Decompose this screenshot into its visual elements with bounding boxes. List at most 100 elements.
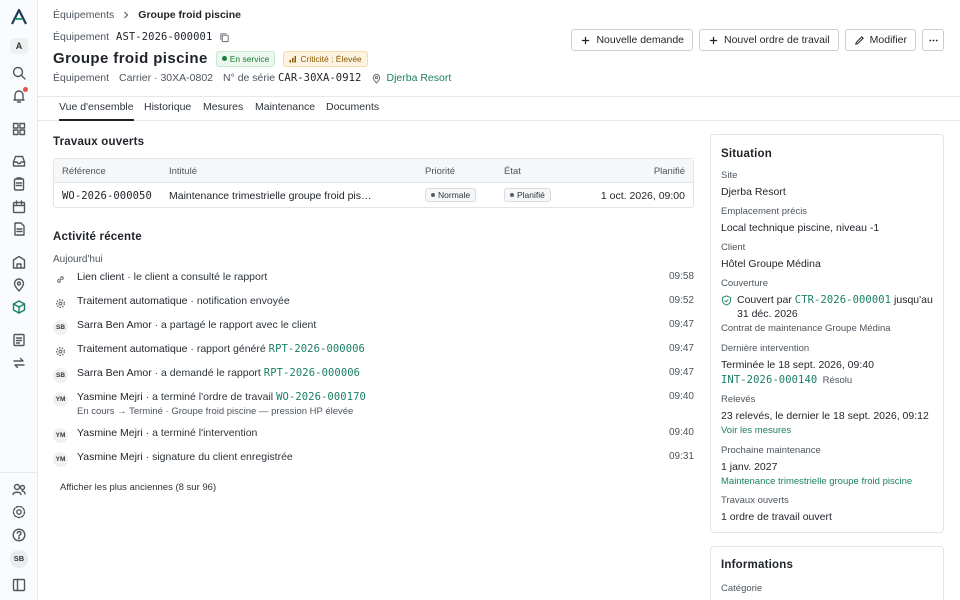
activity-actor[interactable]: Sarra Ben Amor <box>77 367 152 379</box>
row-priority: Normale <box>425 188 477 202</box>
activity-time: 09:47 <box>668 319 694 330</box>
activity-actor[interactable]: Traitement automatique <box>77 295 188 307</box>
settings-icon[interactable] <box>11 504 27 520</box>
col-planned: Planifié <box>653 166 685 177</box>
maintenance-plan-link[interactable]: Maintenance trimestrielle groupe froid p… <box>721 476 937 487</box>
activity-actor[interactable]: Sarra Ben Amor <box>77 319 152 331</box>
new-work-order-button[interactable]: Nouvel ordre de travail <box>699 29 839 51</box>
help-icon[interactable] <box>11 527 27 543</box>
situation-panel: Situation Site Djerba Resort Emplacement… <box>710 134 944 533</box>
row-title[interactable]: Maintenance trimestrielle groupe froid p… <box>169 190 372 202</box>
field-client: Client Hôtel Groupe Médina <box>721 242 937 271</box>
activity-text: · signature du client enregistrée <box>142 451 293 463</box>
tab-measures[interactable]: Mesures <box>203 101 243 119</box>
intervention-status: Résolu <box>822 375 853 386</box>
client-label: Client <box>721 242 746 253</box>
calendar-icon[interactable] <box>11 199 27 215</box>
row-ref[interactable]: WO-2026-000050 <box>62 190 152 202</box>
informations-title: Informations <box>721 559 794 571</box>
field-site: Site Djerba Resort <box>721 170 937 199</box>
tab-history[interactable]: Historique <box>144 101 191 119</box>
open-work-title: Travaux ouverts <box>53 136 145 148</box>
bell-icon[interactable] <box>11 87 28 104</box>
activity-sub: En cours → Terminé · Groupe froid piscin… <box>77 406 354 417</box>
coverage-prefix: Couvert par <box>737 294 795 306</box>
open-work-value: 1 ordre de travail ouvert <box>721 511 832 523</box>
gear-icon <box>56 347 65 356</box>
breadcrumb-parent[interactable]: Équipements <box>53 9 114 21</box>
activity-actor[interactable]: Yasmine Mejri <box>77 391 143 403</box>
row-planned: 1 oct. 2026, 09:00 <box>600 190 685 202</box>
location-icon[interactable] <box>11 277 27 293</box>
show-older-button[interactable]: Afficher les plus anciennes (8 sur 96) <box>60 482 216 493</box>
inbox-icon[interactable] <box>11 153 27 169</box>
activity-item: YM Yasmine Mejri · a terminé l'ordre de t… <box>53 391 694 417</box>
document-icon[interactable] <box>11 221 27 237</box>
contract-link[interactable]: CTR-2026-000001 <box>795 294 891 306</box>
activity-link[interactable]: RPT-2026-000006 <box>264 367 360 379</box>
field-open-work: Travaux ouverts 1 ordre de travail ouver… <box>721 495 937 524</box>
status-badge: En service <box>215 50 276 67</box>
col-priority: Priorité <box>425 166 456 177</box>
equipment-icon[interactable] <box>11 299 27 315</box>
building-icon[interactable] <box>11 254 27 270</box>
dashboard-icon[interactable] <box>11 121 27 137</box>
link-icon <box>57 276 64 283</box>
sync-icon[interactable] <box>11 355 27 371</box>
tab-documents[interactable]: Documents <box>326 101 379 119</box>
informations-panel: Informations Catégorie <box>710 546 944 600</box>
open-work-label: Travaux ouverts <box>721 495 789 506</box>
readings-value: 23 relevés, le dernier le 18 sept. 2026,… <box>721 410 929 422</box>
user-avatar[interactable]: SB <box>10 550 28 568</box>
field-last-intervention: Dernière intervention Terminée le 18 sep… <box>721 343 937 386</box>
activity-actor[interactable]: Yasmine Mejri <box>77 427 143 439</box>
report-icon[interactable] <box>11 332 27 348</box>
workspace-switcher[interactable]: A <box>10 38 28 54</box>
activity-text: · a terminé l'intervention <box>142 427 258 439</box>
activity-actor[interactable]: Traitement automatique <box>77 343 188 355</box>
copy-icon[interactable] <box>219 32 230 43</box>
activity-day-label: Aujourd'hui <box>53 254 103 265</box>
avatar: SB <box>53 320 68 335</box>
activity-actor[interactable]: Yasmine Mejri <box>77 451 143 463</box>
activity-item: SB Sarra Ben Amor · a partagé le rapport … <box>53 319 694 339</box>
app-logo-icon[interactable] <box>10 8 28 26</box>
intervention-link[interactable]: INT-2026-000140 <box>721 374 817 386</box>
category-label: Catégorie <box>721 583 763 594</box>
activity-time: 09:40 <box>668 427 694 438</box>
activity-item: Traitement automatique · notification en… <box>53 295 694 315</box>
title-row: Groupe froid piscine En service Criticit… <box>53 50 368 67</box>
edit-button[interactable]: Modifier <box>844 29 916 51</box>
criticality-badge: Criticité : Élevée <box>283 50 368 67</box>
search-icon[interactable] <box>11 65 27 81</box>
view-measures-link[interactable]: Voir les mesures <box>721 425 937 436</box>
activity-item: Traitement automatique · rapport généré … <box>53 343 694 363</box>
activity-time: 09:31 <box>668 451 694 462</box>
tab-overview[interactable]: Vue d'ensemble <box>59 101 134 121</box>
more-horizontal-icon <box>928 39 938 41</box>
location-link[interactable]: Djerba Resort <box>386 72 451 84</box>
activity-link[interactable]: WO-2026-000170 <box>276 391 366 403</box>
activity-link[interactable]: RPT-2026-000006 <box>269 343 365 355</box>
signal-icon <box>289 55 297 62</box>
activity-actor[interactable]: Lien client <box>77 271 124 283</box>
activity-text: · a partagé le rapport avec le client <box>151 319 317 331</box>
meta-type: Équipement <box>53 72 110 84</box>
clipboard-icon[interactable] <box>11 176 27 192</box>
site-link[interactable]: Djerba Resort <box>721 185 937 199</box>
readings-label: Relevés <box>721 394 756 405</box>
shield-check-icon <box>721 295 732 306</box>
client-link[interactable]: Hôtel Groupe Médina <box>721 257 937 271</box>
users-icon[interactable] <box>11 481 27 497</box>
activity-time: 09:52 <box>668 295 694 306</box>
new-request-button[interactable]: Nouvelle demande <box>571 29 693 51</box>
activity-time: 09:40 <box>668 391 694 402</box>
tab-maintenance[interactable]: Maintenance <box>255 101 315 119</box>
last-intervention-value: Terminée le 18 sept. 2026, 09:40 <box>721 359 874 371</box>
activity-time: 09:47 <box>668 367 694 378</box>
field-category: Catégorie <box>721 583 937 594</box>
plus-icon <box>709 36 718 44</box>
more-actions-button[interactable] <box>922 29 944 51</box>
col-ref: Référence <box>62 166 106 177</box>
collapse-sidebar-icon[interactable] <box>11 577 27 593</box>
